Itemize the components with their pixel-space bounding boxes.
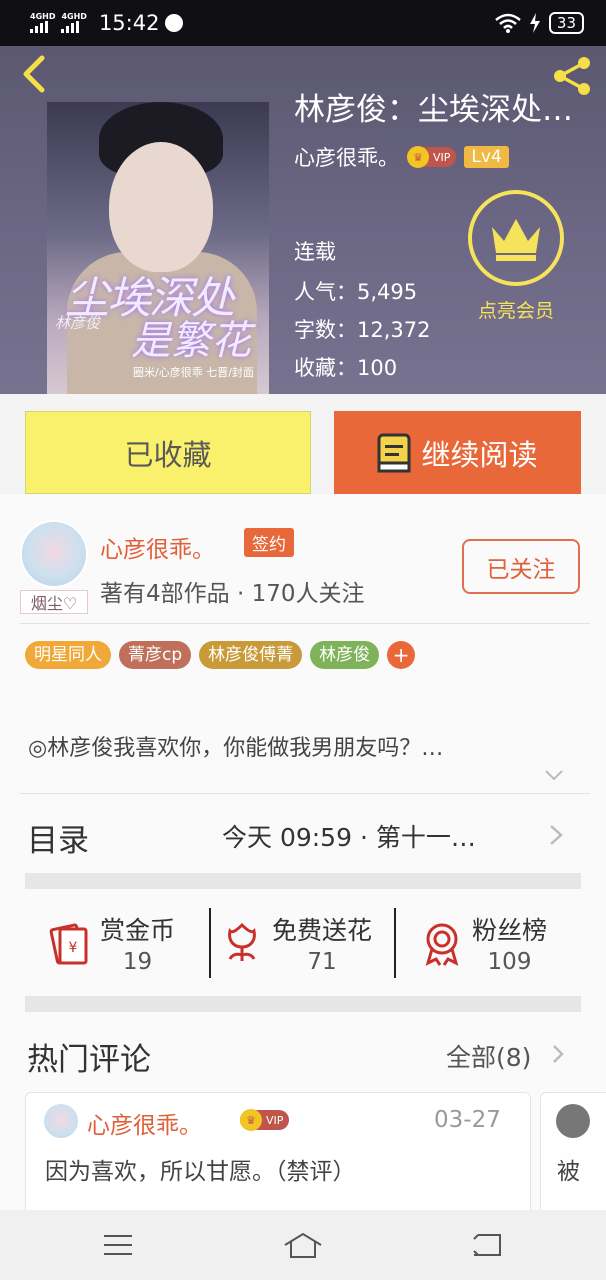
section-divider xyxy=(25,996,581,1012)
book-cover[interactable]: 尘埃深处 林彦俊 是繁花 圈米/心彦很乖 七晋/封面 xyxy=(47,102,269,394)
author-panel-name[interactable]: 心彦很乖。 xyxy=(100,530,215,564)
cover-title-line2: 是繁花 xyxy=(131,318,251,364)
comment-text: 因为喜欢，所以甘愿。（禁评） xyxy=(45,1159,356,1185)
crown-icon: ♛ xyxy=(407,146,429,168)
cover-figure-face xyxy=(109,142,213,272)
clock: 15:42 xyxy=(98,11,160,35)
author-name[interactable]: 心彦很乖。 xyxy=(294,142,399,172)
divider xyxy=(20,793,590,794)
battery-icon: 33 xyxy=(548,12,584,34)
all-comments-link[interactable]: 全部(8) xyxy=(446,1038,531,1074)
comment-date: 03-27 xyxy=(434,1107,501,1133)
signal-icon-2: 4GHD xyxy=(61,12,87,33)
member-label[interactable]: 点亮会员 xyxy=(468,296,564,323)
chevron-right-icon[interactable] xyxy=(548,823,564,847)
flowers-label: 免费送花 xyxy=(272,916,373,945)
charging-icon xyxy=(529,13,540,33)
divider xyxy=(20,623,590,624)
comment-user[interactable]: 心彦很乖。 xyxy=(87,1106,202,1140)
toc-latest-chapter[interactable]: 今天 09:59 · 第十一… xyxy=(222,818,476,854)
tag-item[interactable]: 明星同人 xyxy=(25,641,111,669)
back-icon[interactable] xyxy=(16,54,52,94)
fans-count: 109 xyxy=(487,949,532,975)
stat-divider xyxy=(394,908,396,978)
vip-badge: ♛ VIP xyxy=(407,146,457,168)
avatar-tag: 烟尘♡ xyxy=(20,590,88,614)
globe-icon xyxy=(165,14,184,32)
flower-icon xyxy=(228,922,256,961)
flowers-count: 71 xyxy=(307,949,337,975)
tag-list: 明星同人 菁彦cp 林彦俊傅菁 林彦俊 + xyxy=(25,641,416,669)
medal-icon xyxy=(425,923,459,966)
cover-name: 林彦俊 xyxy=(55,314,101,332)
follow-button[interactable]: 已关注 xyxy=(462,539,580,594)
signed-badge: 签约 xyxy=(244,528,294,557)
vip-label: VIP xyxy=(266,1113,284,1127)
crown-icon xyxy=(492,219,540,261)
svg-text:¥: ¥ xyxy=(69,940,78,956)
comment-avatar[interactable] xyxy=(44,1104,78,1138)
vip-label: VIP xyxy=(433,150,451,164)
level-badge: Lv4 xyxy=(464,146,509,168)
popularity: 人气：5,495 xyxy=(294,280,418,304)
continue-reading-label: 继续阅读 xyxy=(421,437,538,472)
menu-icon[interactable] xyxy=(88,1220,148,1270)
book-intro[interactable]: ◎林彦俊我喜欢你，你能做我男朋友吗？… xyxy=(28,730,548,762)
toc-label[interactable]: 目录 xyxy=(27,815,89,860)
network-type-label: 4GHD xyxy=(30,12,56,21)
add-tag-button[interactable]: + xyxy=(387,641,416,669)
chevron-down-icon[interactable] xyxy=(544,768,564,782)
comment-text: 被 xyxy=(557,1159,580,1185)
crown-icon: ♛ xyxy=(240,1109,262,1131)
author-stats: 著有4部作品 · 170人关注 xyxy=(100,581,365,607)
home-icon[interactable] xyxy=(273,1220,333,1270)
section-divider xyxy=(25,873,581,889)
hot-comments-title: 热门评论 xyxy=(27,1042,151,1078)
back-nav-icon[interactable] xyxy=(457,1220,517,1270)
author-row: 心彦很乖。 ♛ VIP Lv4 xyxy=(294,142,509,172)
book-title: 林彦俊：尘埃深处… xyxy=(294,92,573,128)
tag-item[interactable]: 林彦俊傅菁 xyxy=(199,641,303,669)
tag-item[interactable]: 菁彦cp xyxy=(119,641,192,669)
red-envelope-icon: ¥ xyxy=(49,923,88,965)
author-avatar[interactable] xyxy=(20,520,88,588)
cover-credit: 圈米/心彦很乖 七晋/封面 xyxy=(133,366,254,379)
reward-label: 赏金币 xyxy=(100,916,176,945)
collected-button[interactable]: 已收藏 xyxy=(25,411,311,494)
serial-status: 连载 xyxy=(294,240,336,264)
chevron-right-icon[interactable] xyxy=(551,1043,565,1065)
stat-divider xyxy=(209,908,211,978)
word-count: 字数：12,372 xyxy=(294,318,431,342)
member-button[interactable] xyxy=(468,190,564,286)
comment-vip-badge: ♛ VIP xyxy=(240,1109,290,1131)
wifi-icon xyxy=(495,13,521,33)
book-icon xyxy=(377,433,411,472)
reward-count: 19 xyxy=(122,949,153,975)
send-flowers-button[interactable]: 免费送花 71 xyxy=(218,908,372,978)
reward-coins-button[interactable]: ¥ 赏金币 19 xyxy=(46,908,175,978)
fans-label: 粉丝榜 xyxy=(472,916,548,945)
continue-reading-button[interactable]: 继续阅读 xyxy=(334,411,581,494)
signal-icon: 4GHD xyxy=(30,13,55,33)
status-bar: 4GHD 4GHD 15:42 33 xyxy=(0,0,606,46)
comment-avatar[interactable] xyxy=(556,1104,590,1138)
favorite-count: 收藏：100 xyxy=(294,356,398,380)
network-type-label-2: 4GHD xyxy=(61,12,87,21)
fan-ranking-button[interactable]: 粉丝榜 109 xyxy=(418,908,547,978)
tag-item[interactable]: 林彦俊 xyxy=(310,641,380,669)
